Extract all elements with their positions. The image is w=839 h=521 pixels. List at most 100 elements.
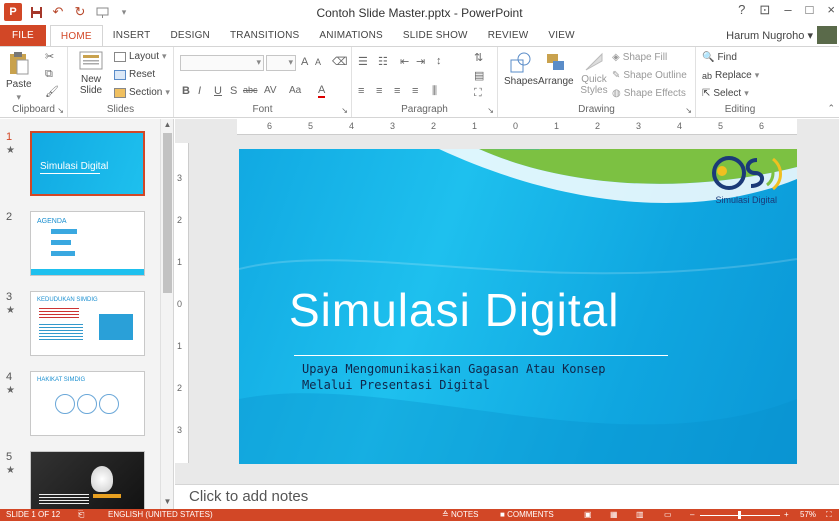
numbering-icon[interactable]: ☷ xyxy=(378,55,388,68)
reset-button[interactable]: Reset xyxy=(114,69,155,80)
tab-view[interactable]: VIEW xyxy=(538,25,584,46)
align-center-icon[interactable]: ≡ xyxy=(376,85,382,97)
reading-view-icon[interactable]: ▥ xyxy=(636,510,644,519)
close-button[interactable]: × xyxy=(827,2,835,18)
slide-thumbnail-3[interactable]: KEDUDUKAN SIMDIG xyxy=(30,291,145,356)
tab-design[interactable]: DESIGN xyxy=(160,25,220,46)
font-launcher-icon[interactable]: ↘ xyxy=(341,106,348,115)
reset-icon xyxy=(114,69,126,80)
user-account[interactable]: Harum Nugroho ▾ xyxy=(726,29,813,42)
align-left-icon[interactable]: ≡ xyxy=(358,85,364,97)
change-case-button[interactable]: Aa xyxy=(289,85,301,96)
align-right-icon[interactable]: ≡ xyxy=(394,85,400,97)
tab-transitions[interactable]: TRANSITIONS xyxy=(220,25,309,46)
spelling-check-icon[interactable]: ⎗ xyxy=(78,510,84,520)
slide-thumbnail-4[interactable]: HAKIKAT SIMDIG xyxy=(30,371,145,436)
help-button[interactable]: ? xyxy=(738,2,745,18)
text-direction-icon[interactable]: ⇅ xyxy=(474,51,483,64)
shape-outline-button[interactable]: ✎ Shape Outline xyxy=(612,70,687,81)
font-size-input[interactable]: ▾ xyxy=(266,55,296,71)
decrease-indent-icon[interactable]: ⇤ xyxy=(400,55,409,68)
notes-pane[interactable]: Click to add notes xyxy=(175,484,839,509)
quick-styles-button[interactable]: Quick Styles xyxy=(578,51,610,96)
zoom-slider-thumb[interactable] xyxy=(738,511,741,519)
user-name: Harum Nugroho xyxy=(726,30,805,42)
shape-fill-button[interactable]: ◈ Shape Fill xyxy=(612,52,667,63)
find-button[interactable]: 🔍 Find xyxy=(702,52,737,63)
fit-to-window-icon[interactable]: ⛶ xyxy=(826,510,832,520)
tab-animations[interactable]: ANIMATIONS xyxy=(309,25,392,46)
tab-file[interactable]: FILE xyxy=(0,25,46,46)
notes-button[interactable]: ≙ NOTES xyxy=(442,510,479,519)
copy-icon[interactable]: ⧉ xyxy=(45,68,53,81)
slide-title[interactable]: Simulasi Digital xyxy=(289,283,619,337)
slide-canvas[interactable]: Simulasi Digital Simulasi Digital Upaya … xyxy=(239,149,797,464)
section-dropdown-icon: ▾ xyxy=(165,87,170,97)
tab-slide-show[interactable]: SLIDE SHOW xyxy=(393,25,478,46)
avatar[interactable] xyxy=(817,26,837,44)
notes-placeholder[interactable]: Click to add notes xyxy=(189,488,308,505)
zoom-out-button[interactable]: – xyxy=(690,510,694,519)
arrange-button[interactable]: Arrange xyxy=(538,51,574,87)
slide-thumbnail-1[interactable]: Simulasi Digital xyxy=(30,131,145,196)
thumbnail-scrollbar[interactable]: ▲ ▼ xyxy=(160,119,173,509)
minimize-button[interactable]: – xyxy=(784,2,791,18)
grow-font-button[interactable]: A xyxy=(301,56,308,68)
comments-button[interactable]: ■ COMMENTS xyxy=(500,510,554,519)
justify-icon[interactable]: ≡ xyxy=(412,85,418,97)
clear-formatting-icon[interactable]: ⌫ xyxy=(332,55,348,68)
bold-button[interactable]: B xyxy=(182,85,190,97)
character-spacing-button[interactable]: AV xyxy=(264,85,277,96)
increase-indent-icon[interactable]: ⇥ xyxy=(416,55,425,68)
scroll-up-icon[interactable]: ▲ xyxy=(162,120,173,131)
shapes-button[interactable]: Shapes xyxy=(504,51,538,87)
slide-subtitle[interactable]: Upaya Mengomunikasikan Gagasan Atau Kons… xyxy=(302,361,605,393)
scrollbar-thumb[interactable] xyxy=(163,133,172,293)
slide-thumbnail-pane[interactable]: 1 ★ Simulasi Digital 2 AGENDA 3 ★ KEDUDU… xyxy=(0,119,174,509)
align-text-icon[interactable]: ▤ xyxy=(474,69,484,82)
slide-thumbnail-5[interactable] xyxy=(30,451,145,509)
smartart-icon[interactable]: ⛶ xyxy=(474,87,482,100)
tab-insert[interactable]: INSERT xyxy=(103,25,161,46)
paragraph-group: ☰ ☷ ⇤ ⇥ ↕ ⇅ ▤ ⛶ ≡ ≡ ≡ ≡ ⫼ Paragraph ↘ xyxy=(352,47,498,117)
vertical-ruler: 3 2 1 0 1 2 3 xyxy=(175,143,189,463)
tab-home[interactable]: HOME xyxy=(49,25,103,46)
language-indicator[interactable]: ENGLISH (UNITED STATES) xyxy=(108,510,213,519)
select-button[interactable]: ⇱ Select ▾ xyxy=(702,88,749,99)
strikethrough-button[interactable]: abc xyxy=(243,85,258,95)
collapse-ribbon-icon[interactable]: ⌃ xyxy=(827,103,835,114)
ruler-tick-label: 6 xyxy=(267,121,273,131)
bullets-icon[interactable]: ☰ xyxy=(358,55,368,68)
new-slide-icon xyxy=(79,51,103,70)
zoom-level[interactable]: 57% xyxy=(800,510,816,519)
ribbon-display-options-icon[interactable]: ⊡ xyxy=(759,2,770,18)
paste-button[interactable]: Paste ▾ xyxy=(6,51,32,103)
line-spacing-icon[interactable]: ↕ xyxy=(436,55,442,67)
clipboard-launcher-icon[interactable]: ↘ xyxy=(57,106,64,115)
drawing-launcher-icon[interactable]: ↘ xyxy=(685,106,692,115)
columns-icon[interactable]: ⫼ xyxy=(432,85,437,98)
format-painter-icon[interactable]: 🖌 xyxy=(45,85,59,98)
new-slide-button[interactable]: New Slide xyxy=(76,51,106,96)
slide-sorter-icon[interactable]: ▦ xyxy=(610,510,618,519)
tab-review[interactable]: REVIEW xyxy=(478,25,539,46)
font-color-button[interactable]: A xyxy=(318,84,326,98)
maximize-button[interactable]: □ xyxy=(806,2,814,18)
font-name-input[interactable]: ▾ xyxy=(180,55,264,71)
layout-button[interactable]: Layout ▾ xyxy=(114,51,167,62)
replace-button[interactable]: ab Replace ▾ xyxy=(702,70,759,81)
section-button[interactable]: Section ▾ xyxy=(114,87,170,98)
scroll-down-icon[interactable]: ▼ xyxy=(162,497,173,508)
shape-effects-button[interactable]: ◍ Shape Effects xyxy=(612,88,686,99)
italic-button[interactable]: I xyxy=(198,85,201,97)
layout-dropdown-icon: ▾ xyxy=(162,51,167,61)
slide-thumbnail-2[interactable]: AGENDA xyxy=(30,211,145,276)
zoom-in-button[interactable]: + xyxy=(784,510,789,519)
normal-view-icon[interactable]: ▣ xyxy=(584,510,592,519)
shadow-button[interactable]: S xyxy=(230,85,237,97)
paragraph-launcher-icon[interactable]: ↘ xyxy=(487,106,494,115)
slide-show-icon[interactable]: ▭ xyxy=(664,510,672,519)
cut-icon[interactable]: ✂ xyxy=(45,50,54,63)
shrink-font-button[interactable]: A xyxy=(315,57,321,67)
underline-button[interactable]: U xyxy=(214,85,222,97)
